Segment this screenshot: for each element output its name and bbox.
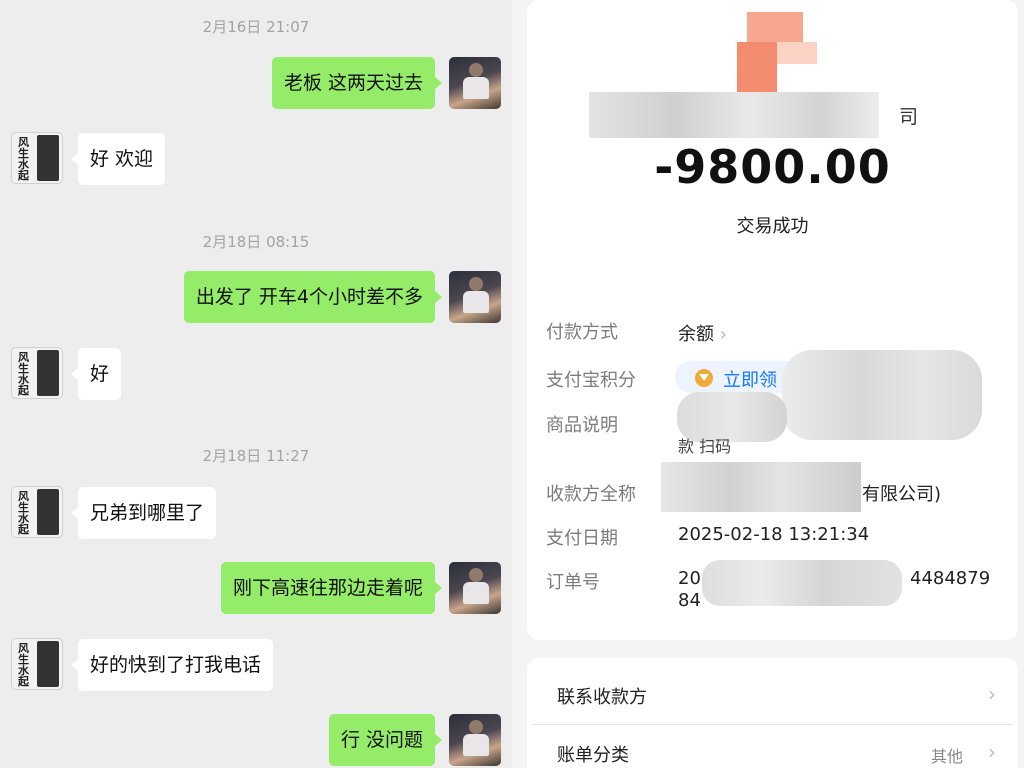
gem-icon	[695, 369, 713, 387]
redacted-merchant-name	[589, 92, 879, 138]
message-bubble-outgoing[interactable]: 出发了 开车4个小时差不多	[183, 271, 443, 323]
description-value: 款 扫码	[678, 437, 732, 456]
avatar-calligraphy: 风生水起	[18, 351, 29, 397]
redacted-payee	[661, 462, 861, 512]
contact-avatar[interactable]: 风生水起	[11, 486, 63, 538]
chat-panel: 2月16日 21:07 老板 这两天过去 风生水起 好 欢迎 2月18日 08:…	[0, 0, 512, 768]
payment-method-value[interactable]: 余额 ›	[678, 320, 727, 346]
date-value: 2025-02-18 13:21:34	[678, 524, 870, 545]
message-bubble-incoming[interactable]: 好	[70, 348, 122, 400]
payment-detail-panel: 司 -9800.00 交易成功 付款方式 余额 › 支付宝积分 立即领 商品说明…	[512, 0, 1024, 768]
transaction-card: 司 -9800.00 交易成功 付款方式 余额 › 支付宝积分 立即领 商品说明…	[527, 0, 1018, 640]
merchant-name: 司	[899, 106, 919, 128]
redacted-order-number	[702, 560, 902, 606]
message-bubble-incoming[interactable]: 兄弟到哪里了	[70, 487, 217, 539]
date-label: 支付日期	[546, 528, 618, 549]
points-claim-text: 立即领	[723, 370, 777, 391]
order-value-end: 4484879	[910, 568, 991, 589]
message-bubble-incoming[interactable]: 好的快到了打我电话	[70, 639, 274, 691]
transaction-status: 交易成功	[736, 216, 809, 237]
bill-category-label: 账单分类	[557, 745, 629, 766]
payee-value: 有限公司)	[862, 484, 942, 505]
chevron-right-icon: ›	[988, 740, 996, 764]
order-label: 订单号	[546, 572, 600, 593]
points-label: 支付宝积分	[546, 370, 636, 391]
my-avatar[interactable]	[449, 271, 501, 323]
order-value-line2: 84	[678, 590, 701, 611]
chevron-right-icon: ›	[988, 682, 996, 706]
description-label: 商品说明	[546, 415, 618, 436]
order-value-start: 20	[678, 568, 701, 589]
payment-method-text: 余额	[678, 324, 714, 345]
transaction-amount: -9800.00	[654, 140, 891, 194]
message-bubble-outgoing[interactable]: 老板 这两天过去	[271, 57, 443, 109]
my-avatar[interactable]	[449, 714, 501, 766]
timestamp: 2月18日 08:15	[202, 233, 310, 251]
actions-card: 联系收款方 › 账单分类 其他 ›	[527, 658, 1018, 768]
contact-payee-label: 联系收款方	[557, 687, 647, 708]
contact-avatar[interactable]: 风生水起	[11, 347, 63, 399]
avatar-calligraphy: 风生水起	[18, 642, 29, 688]
message-bubble-outgoing[interactable]: 刚下高速往那边走着呢	[220, 562, 443, 614]
my-avatar[interactable]	[449, 57, 501, 109]
payee-label: 收款方全称	[546, 484, 636, 505]
contact-avatar[interactable]: 风生水起	[11, 132, 63, 184]
timestamp: 2月16日 21:07	[202, 18, 310, 36]
bill-category-value: 其他	[930, 747, 963, 766]
timestamp: 2月18日 11:27	[202, 447, 310, 465]
avatar-calligraphy: 风生水起	[18, 136, 29, 182]
payment-method-label: 付款方式	[546, 322, 618, 343]
my-avatar[interactable]	[449, 562, 501, 614]
merchant-logo	[737, 12, 817, 94]
redacted-points	[782, 350, 982, 440]
message-bubble-outgoing[interactable]: 行 没问题	[328, 714, 443, 766]
divider	[532, 724, 1013, 725]
message-bubble-incoming[interactable]: 好 欢迎	[70, 133, 166, 185]
contact-avatar[interactable]: 风生水起	[11, 638, 63, 690]
chevron-right-icon: ›	[719, 324, 727, 345]
avatar-calligraphy: 风生水起	[18, 490, 29, 536]
